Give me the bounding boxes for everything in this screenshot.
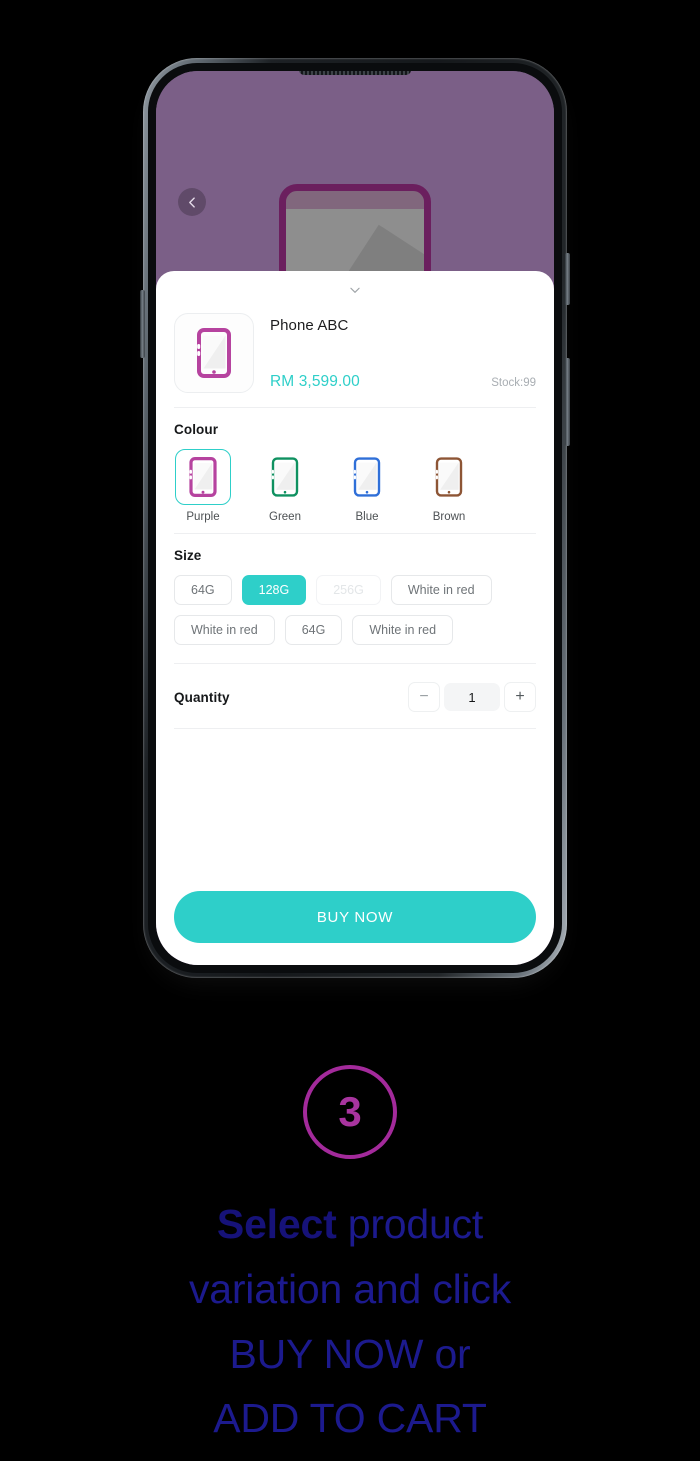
phone-icon-brown xyxy=(435,457,463,497)
quantity-stepper: − 1 + xyxy=(408,682,536,712)
device-screen: Phone ABC RM 3,599.00 Stock:99 Colour Pu… xyxy=(156,71,554,965)
volume-button-left[interactable] xyxy=(140,290,145,358)
size-row: 64G 128G 256G White in red xyxy=(174,575,536,605)
product-price: RM 3,599.00 xyxy=(270,373,360,390)
quantity-increment-button[interactable]: + xyxy=(504,682,536,712)
colour-section-title: Colour xyxy=(174,422,219,437)
caption-rest-product: product xyxy=(336,1201,484,1247)
size-row: White in red 64G White in red xyxy=(174,615,536,645)
chevron-left-icon xyxy=(188,196,195,208)
caption-line-2: variation and click xyxy=(188,1265,512,1312)
phone-icon-purple xyxy=(189,457,217,497)
colour-label-blue: Blue xyxy=(355,511,379,523)
product-name: Phone ABC xyxy=(270,317,349,334)
caption-bold-select: Select xyxy=(216,1201,337,1247)
phone-icon xyxy=(197,328,231,378)
quantity-label: Quantity xyxy=(174,689,230,705)
size-chip-white-in-red-1[interactable]: White in red xyxy=(390,575,492,605)
colour-label-purple: Purple xyxy=(186,511,220,523)
caption-line-4: ADD TO CART xyxy=(213,1395,487,1442)
size-chip-white-in-red-3[interactable]: White in red xyxy=(352,615,454,645)
phone-icon-green xyxy=(271,457,299,497)
product-summary-row: Phone ABC RM 3,599.00 Stock:99 xyxy=(156,309,554,393)
product-variation-sheet: Phone ABC RM 3,599.00 Stock:99 Colour Pu… xyxy=(156,271,554,965)
product-info: Phone ABC RM 3,599.00 Stock:99 xyxy=(270,313,536,393)
size-section: Size 64G 128G 256G White in red White in… xyxy=(156,534,554,655)
colour-option-purple[interactable]: Purple xyxy=(174,449,232,523)
caption-line-1: Select product xyxy=(0,1192,700,1257)
colour-option-brown[interactable]: Brown xyxy=(420,449,478,523)
size-option-list: 64G 128G 256G White in red White in red … xyxy=(174,575,536,645)
size-chip-64g-2[interactable]: 64G xyxy=(284,615,343,645)
product-thumbnail[interactable] xyxy=(174,313,254,393)
size-section-title: Size xyxy=(174,548,202,563)
volume-button-right[interactable] xyxy=(565,358,570,446)
buy-now-button[interactable]: BUY NOW xyxy=(174,891,536,943)
colour-swatch-green xyxy=(257,449,313,505)
quantity-section: Quantity − 1 + xyxy=(156,664,554,728)
caption-line-3: BUY NOW or xyxy=(229,1330,471,1377)
chevron-down-icon xyxy=(350,287,360,293)
colour-option-list: Purple Green Blue Brown xyxy=(174,449,536,523)
colour-label-green: Green xyxy=(269,511,301,523)
sheet-collapse-handle[interactable] xyxy=(156,271,554,309)
step-number-badge: 3 xyxy=(303,1065,397,1159)
phone-device-mockup: Phone ABC RM 3,599.00 Stock:99 Colour Pu… xyxy=(140,58,570,978)
buy-now-container: BUY NOW xyxy=(156,875,554,965)
earpiece-speaker xyxy=(299,71,411,75)
phone-icon-blue xyxy=(353,457,381,497)
size-chip-64g[interactable]: 64G xyxy=(174,575,232,605)
step-number: 3 xyxy=(338,1088,362,1135)
colour-section: Colour Purple Green Blue Brown xyxy=(156,408,554,533)
colour-swatch-purple xyxy=(175,449,231,505)
power-button[interactable] xyxy=(565,253,570,305)
size-chip-white-in-red-2[interactable]: White in red xyxy=(174,615,275,645)
colour-option-green[interactable]: Green xyxy=(256,449,314,523)
price-row: RM 3,599.00 Stock:99 xyxy=(270,373,536,391)
sheet-spacer xyxy=(156,729,554,875)
colour-label-brown: Brown xyxy=(432,511,466,523)
size-chip-128g[interactable]: 128G xyxy=(241,575,307,605)
quantity-value[interactable]: 1 xyxy=(444,683,500,711)
back-button[interactable] xyxy=(178,188,206,216)
colour-option-blue[interactable]: Blue xyxy=(338,449,396,523)
size-chip-256g: 256G xyxy=(316,575,381,605)
colour-swatch-brown xyxy=(421,449,477,505)
step-caption: Select product variation and click BUY N… xyxy=(0,1192,700,1451)
colour-swatch-blue xyxy=(339,449,395,505)
product-stock: Stock:99 xyxy=(491,377,536,389)
quantity-decrement-button[interactable]: − xyxy=(408,682,440,712)
